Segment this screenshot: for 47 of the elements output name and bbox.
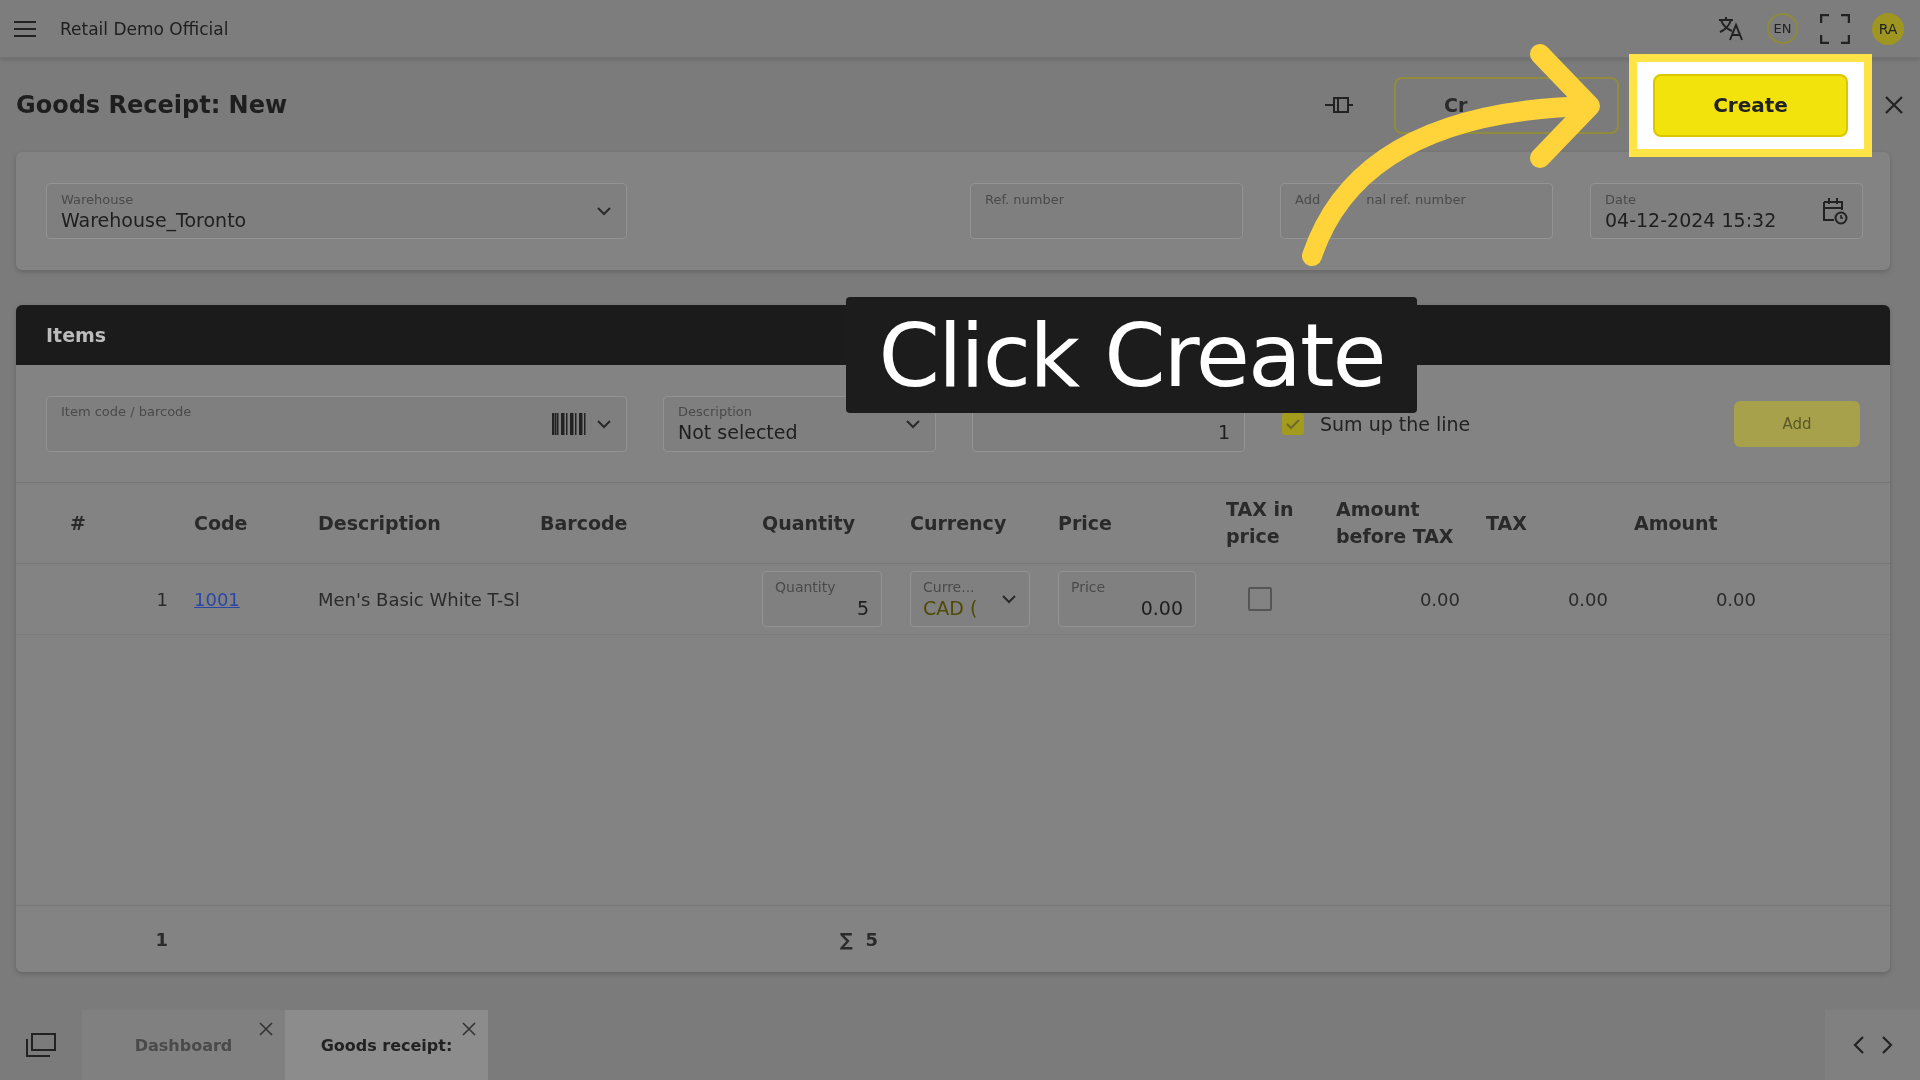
- tax-cell-text: 0.00: [1566, 588, 1609, 610]
- chevron-down-icon: [905, 418, 921, 429]
- description-cell-text: Men's Basic White T-Sl: [317, 588, 521, 610]
- chevron-down-icon: [1001, 594, 1017, 604]
- tax-in-price-checkbox[interactable]: [1248, 587, 1272, 611]
- column-header: Amount: [1633, 510, 1719, 536]
- chevron-down-icon: [596, 418, 612, 429]
- item-code-link[interactable]: 1001: [194, 588, 240, 610]
- pin-icon[interactable]: [1324, 94, 1354, 116]
- chevron-right-icon[interactable]: [1880, 1035, 1893, 1055]
- column-header: Code: [193, 510, 249, 536]
- close-icon[interactable]: [259, 1022, 273, 1036]
- column-header: Price: [1057, 510, 1113, 536]
- menu-icon[interactable]: [14, 19, 36, 38]
- user-avatar[interactable]: RA: [1872, 12, 1904, 45]
- column-header: TAX in price: [1225, 497, 1295, 549]
- close-icon[interactable]: [1884, 95, 1904, 115]
- chevron-down-icon: [596, 206, 612, 216]
- sum-up-label: Sum up the line: [1320, 412, 1471, 435]
- chevron-left-icon[interactable]: [1852, 1035, 1865, 1055]
- quantity-sum: ∑ 5: [839, 928, 879, 950]
- column-header: Description: [317, 510, 442, 536]
- windows-icon[interactable]: [26, 1033, 56, 1057]
- callout-tooltip: Click Create: [846, 297, 1417, 413]
- calendar-clock-icon[interactable]: [1822, 197, 1848, 225]
- translate-icon[interactable]: [1717, 15, 1745, 42]
- column-header: Quantity: [761, 510, 857, 536]
- language-button[interactable]: EN: [1767, 13, 1798, 44]
- column-header: Currency: [909, 510, 1008, 536]
- amount-before-tax-cell-text: 0.00: [1418, 588, 1461, 610]
- amount-cell-text: 0.00: [1714, 588, 1757, 610]
- column-header: Amount before TAX: [1335, 497, 1455, 549]
- page-title: Goods Receipt: New: [16, 91, 289, 119]
- column-header: #: [69, 510, 87, 536]
- create-secondary-button[interactable]: Cr: [1394, 76, 1619, 134]
- row-count: 1: [154, 928, 169, 950]
- create-button[interactable]: Create: [1653, 73, 1848, 137]
- row-number: 1: [155, 588, 169, 610]
- app-title: Retail Demo Official: [60, 18, 230, 39]
- column-header: Barcode: [539, 510, 629, 536]
- column-header: TAX: [1485, 510, 1528, 536]
- barcode-icon[interactable]: [552, 412, 586, 435]
- check-icon: [1286, 417, 1300, 430]
- sum-up-checkbox[interactable]: [1282, 412, 1304, 435]
- window-tab[interactable]: Goods receipt:: [285, 1010, 488, 1080]
- fullscreen-icon[interactable]: [1820, 13, 1850, 44]
- close-icon[interactable]: [462, 1022, 476, 1036]
